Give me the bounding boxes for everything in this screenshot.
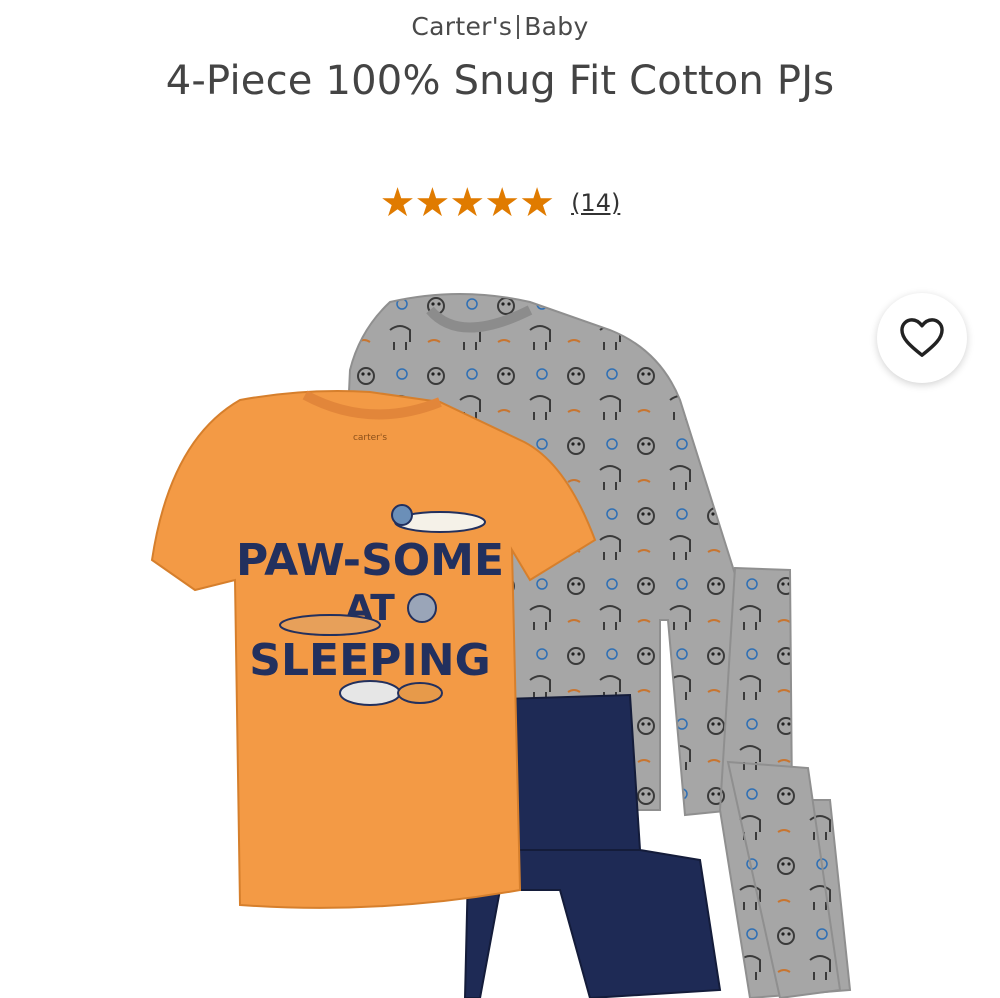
rating-summary: ★★★★★ (14) [0, 183, 1000, 223]
divider [517, 15, 520, 39]
rating-stars: ★★★★★ [379, 180, 555, 226]
graphic-line-3: SLEEPING [249, 635, 490, 686]
shirt-label: carter's [353, 433, 387, 443]
product-image[interactable]: carter's PAW-SOME AT SLEEPING [140, 290, 870, 998]
brand-name[interactable]: Carter's [411, 12, 512, 41]
brand-breadcrumb: Carter's Baby [0, 12, 1000, 41]
gray-pants [718, 566, 852, 998]
review-count-link[interactable]: (14) [571, 189, 620, 217]
product-title: 4-Piece 100% Snug Fit Cotton PJs [165, 58, 835, 104]
favorite-button[interactable] [877, 293, 967, 383]
category-name[interactable]: Baby [524, 12, 588, 41]
heart-icon [900, 318, 944, 357]
graphic-line-1: PAW-SOME [236, 535, 504, 586]
product-page: Carter's Baby 4-Piece 100% Snug Fit Cotto… [0, 0, 1000, 998]
